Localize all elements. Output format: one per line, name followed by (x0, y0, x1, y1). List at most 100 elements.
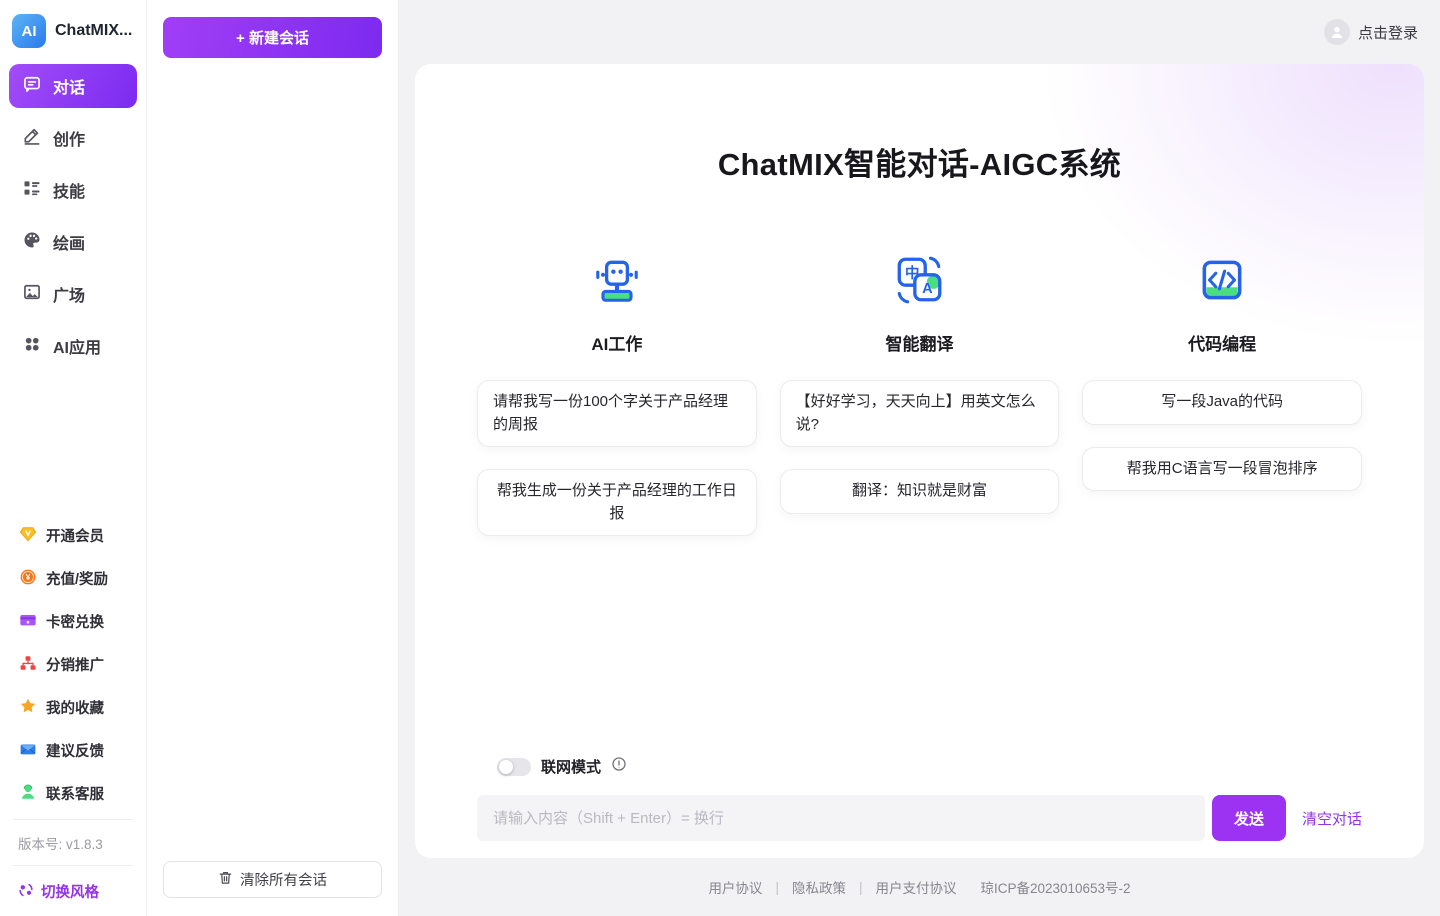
star-icon (19, 697, 37, 719)
version-label: 版本号: v1.8.3 (18, 837, 103, 852)
sidebar-item-card-redeem[interactable]: 卡密兑换 (9, 600, 137, 643)
theme-switch-icon (18, 882, 34, 902)
icp-number: 琼ICP备2023010653号-2 (980, 881, 1131, 896)
suggestion-chips: 请帮我写一份100个字关于产品经理的周报 帮我生成一份关于产品经理的工作日报 (477, 380, 757, 536)
feature-code: 代码编程 写一段Java的代码 帮我用C语言写一段冒泡排序 (1082, 254, 1362, 536)
sidebar-item-square[interactable]: 广场 (9, 272, 137, 316)
code-icon (1195, 254, 1249, 306)
apps-icon (22, 334, 42, 359)
main-area: 点击登录 ChatMIX智能对话-AIGC系统 AI工作 请帮我写一份100个字… (399, 0, 1440, 916)
sec-item-label: 分销推广 (46, 658, 104, 674)
feature-columns: AI工作 请帮我写一份100个字关于产品经理的周报 帮我生成一份关于产品经理的工… (477, 254, 1362, 536)
chat-input-row: 发送 清空对话 (477, 795, 1362, 841)
suggestion-chips: 【好好学习，天天向上】用英文怎么说? 翻译：知识就是财富 (779, 380, 1060, 514)
conversation-panel: + 新建会话 清除所有会话 (147, 0, 399, 916)
sidebar-item-support[interactable]: 联系客服 (9, 772, 137, 815)
robot-icon (590, 254, 644, 306)
clear-chat-link[interactable]: 清空对话 (1302, 808, 1362, 829)
app-logo-icon: AI (12, 14, 46, 48)
login-label: 点击登录 (1357, 24, 1418, 42)
skills-icon (22, 178, 42, 203)
feature-label: AI工作 (591, 335, 643, 354)
network-mode-row: 联网模式 (497, 756, 1362, 777)
trash-icon (218, 870, 233, 889)
footer-link-privacy-policy[interactable]: 隐私政策 (792, 877, 846, 897)
sidebar-item-label: 广场 (53, 288, 86, 305)
feature-ai-work: AI工作 请帮我写一份100个字关于产品经理的周报 帮我生成一份关于产品经理的工… (477, 254, 757, 536)
sidebar-item-favorites[interactable]: 我的收藏 (9, 686, 137, 729)
sec-item-label: 建议反馈 (46, 744, 104, 760)
sidebar-item-draw[interactable]: 绘画 (9, 220, 137, 264)
switch-style-button[interactable]: 切换风格 (9, 870, 137, 908)
sidebar-item-membership[interactable]: 开通会员 (9, 514, 137, 557)
divider (13, 865, 133, 866)
sidebar-item-label: 对话 (53, 80, 86, 97)
chat-controls: 联网模式 发送 清空对话 (477, 756, 1362, 841)
login-button[interactable]: 点击登录 (1323, 19, 1418, 45)
sidebar-item-recharge[interactable]: ¥ 充值/奖励 (9, 557, 137, 600)
chat-input[interactable] (477, 795, 1205, 841)
coin-icon: ¥ (19, 568, 37, 590)
toggle-knob (499, 759, 513, 774)
card-icon (19, 611, 37, 633)
sidebar-bottom: 版本号: v1.8.3 切换风格 (0, 815, 146, 916)
sidebar: AI ChatMIX... 对话 创作 技能 绘画 广场 AI应用 开通会员 ¥… (0, 0, 147, 916)
footer-link-user-agreement[interactable]: 用户协议 (708, 877, 762, 897)
suggestion-chip[interactable]: 【好好学习，天天向上】用英文怎么说? (779, 380, 1060, 447)
app-root: AI ChatMIX... 对话 创作 技能 绘画 广场 AI应用 开通会员 ¥… (0, 0, 1440, 916)
send-button[interactable]: 发送 (1211, 795, 1286, 841)
svg-text:A: A (923, 281, 934, 297)
app-title: ChatMIX... (55, 22, 133, 39)
clear-all-sessions-button[interactable]: 清除所有会话 (163, 861, 382, 898)
network-mode-label: 联网模式 (541, 759, 602, 776)
palette-icon (22, 230, 42, 255)
chat-welcome-card: ChatMIX智能对话-AIGC系统 AI工作 请帮我写一份100个字关于产品经… (415, 64, 1424, 858)
topbar: 点击登录 (399, 0, 1440, 64)
primary-menu: 对话 创作 技能 绘画 广场 AI应用 (0, 58, 146, 368)
divider (13, 819, 133, 820)
feature-label: 智能翻译 (885, 335, 954, 354)
clear-all-sessions-label: 清除所有会话 (240, 873, 327, 889)
new-session-button[interactable]: + 新建会话 (163, 17, 382, 58)
sidebar-item-label: AI应用 (53, 340, 102, 357)
feedback-mail-icon (19, 740, 37, 762)
footer-separator: | (775, 879, 779, 895)
gallery-icon (22, 282, 42, 307)
pencil-icon (22, 126, 42, 151)
sidebar-item-create[interactable]: 创作 (9, 116, 137, 160)
sidebar-item-label: 创作 (53, 132, 86, 149)
chat-icon (22, 74, 42, 99)
sec-item-label: 我的收藏 (46, 701, 104, 717)
translate-icon: 中 A (892, 254, 946, 306)
sidebar-item-ai-apps[interactable]: AI应用 (9, 324, 137, 368)
feature-label: 代码编程 (1188, 335, 1257, 354)
sidebar-item-feedback[interactable]: 建议反馈 (9, 729, 137, 772)
suggestion-chip[interactable]: 请帮我写一份100个字关于产品经理的周报 (477, 380, 757, 447)
sec-item-label: 充值/奖励 (46, 572, 109, 588)
info-icon[interactable] (611, 756, 627, 777)
page-title: ChatMIX智能对话-AIGC系统 (717, 147, 1122, 182)
sidebar-item-chat[interactable]: 对话 (9, 64, 137, 108)
suggestion-chip[interactable]: 翻译：知识就是财富 (779, 469, 1060, 514)
sidebar-item-affiliate[interactable]: 分销推广 (9, 643, 137, 686)
suggestion-chips: 写一段Java的代码 帮我用C语言写一段冒泡排序 (1082, 380, 1362, 491)
network-icon (19, 654, 37, 676)
svg-text:¥: ¥ (26, 572, 31, 582)
footer-link-payment-agreement[interactable]: 用户支付协议 (875, 877, 956, 897)
sidebar-item-skills[interactable]: 技能 (9, 168, 137, 212)
footer: 用户协议 | 隐私政策 | 用户支付协议 琼ICP备2023010653号-2 (399, 858, 1440, 916)
network-mode-toggle[interactable] (497, 757, 531, 776)
logo-row: AI ChatMIX... (0, 0, 146, 58)
avatar-icon (1323, 19, 1350, 45)
vip-diamond-icon (19, 525, 37, 547)
switch-style-label: 切换风格 (41, 885, 99, 901)
suggestion-chip[interactable]: 帮我生成一份关于产品经理的工作日报 (477, 469, 757, 536)
sec-item-label: 联系客服 (46, 787, 104, 803)
sidebar-item-label: 绘画 (53, 236, 86, 253)
suggestion-chip[interactable]: 写一段Java的代码 (1082, 380, 1362, 425)
support-agent-icon (19, 783, 37, 805)
feature-translate: 中 A 智能翻译 【好好学习，天天向上】用英文怎么说? 翻译：知识就是财富 (779, 254, 1060, 536)
suggestion-chip[interactable]: 帮我用C语言写一段冒泡排序 (1082, 446, 1362, 491)
footer-separator: | (858, 879, 863, 895)
sec-item-label: 开通会员 (46, 529, 104, 545)
